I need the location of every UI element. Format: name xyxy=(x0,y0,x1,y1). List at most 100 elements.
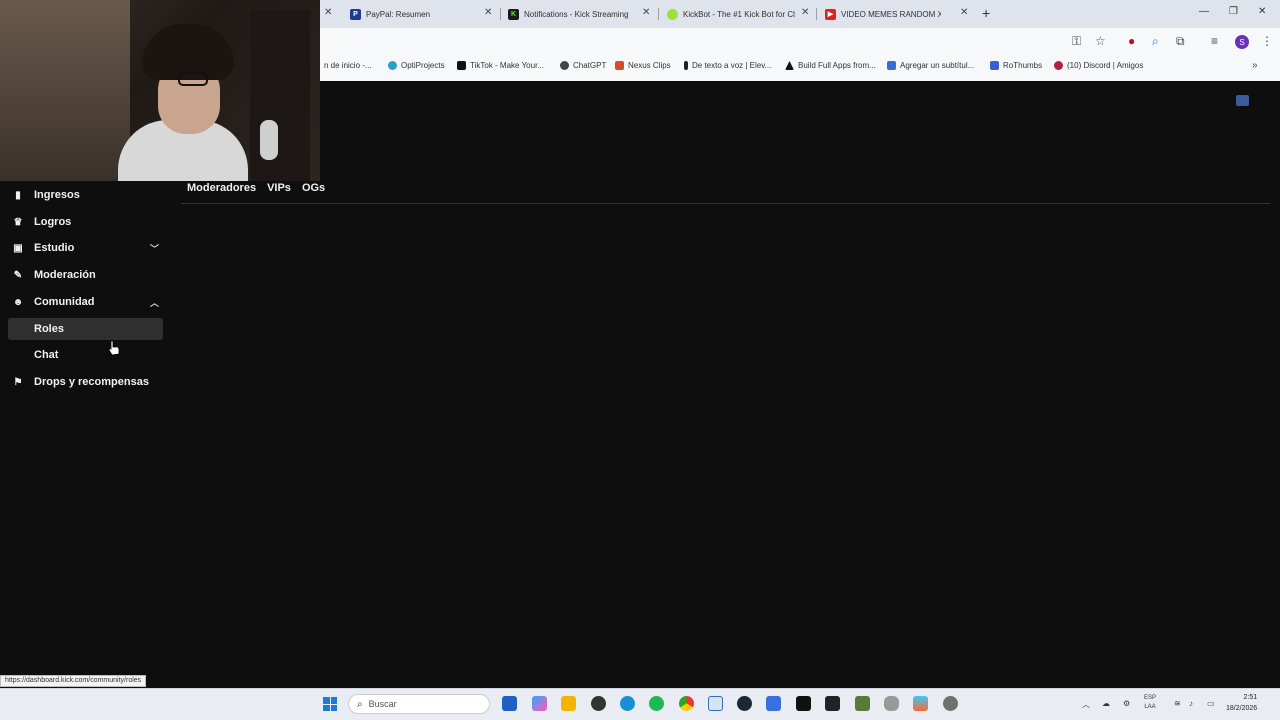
windows-start-icon[interactable] xyxy=(323,697,337,711)
settings-icon[interactable] xyxy=(943,696,958,711)
close-tab-icon[interactable]: ✕ xyxy=(642,7,650,18)
sidebar-item-label: Moderación xyxy=(34,269,96,281)
chevron-down-icon[interactable]: ﹀ xyxy=(150,242,159,255)
clock[interactable]: 2:51 18/2/2026 xyxy=(1226,692,1257,714)
tab-ogs[interactable]: OGs xyxy=(302,182,325,204)
bookmark-label: Build Full Apps from... xyxy=(798,61,876,70)
wifi-icon[interactable]: ≋ xyxy=(1174,699,1181,708)
mouse-icon[interactable] xyxy=(884,696,899,711)
sidebar-subitem-roles[interactable]: Roles xyxy=(8,318,163,340)
bookmark[interactable]: De texto a voz | Elev... xyxy=(684,61,771,70)
bookmark[interactable]: ChatGPT xyxy=(560,61,606,70)
tiktok-icon xyxy=(457,61,466,70)
folder-icon[interactable] xyxy=(561,696,576,711)
date: 18/2/2026 xyxy=(1226,705,1258,712)
microphone xyxy=(260,120,278,160)
sidebar-item-ingresos[interactable]: ▮ Ingresos xyxy=(8,184,163,206)
community-icon: ☻ xyxy=(12,296,24,308)
edge-icon[interactable] xyxy=(620,696,635,711)
window-close-icon[interactable]: ✕ xyxy=(1258,6,1266,17)
app-icon[interactable] xyxy=(766,696,781,711)
sidebar-item-estudio[interactable]: ▣ Estudio ﹀ xyxy=(8,237,163,259)
tab-moderadores[interactable]: Moderadores xyxy=(181,182,256,204)
close-tab-icon[interactable]: ✕ xyxy=(960,7,968,18)
bookmark-label: De texto a voz | Elev... xyxy=(692,61,772,70)
onedrive-icon[interactable]: ☁ xyxy=(1102,699,1110,708)
sidebar-item-logros[interactable]: ♛ Logros xyxy=(8,211,163,233)
profile-avatar[interactable]: S xyxy=(1235,35,1249,49)
tab-separator xyxy=(816,8,817,20)
bookmark[interactable]: OptiProjects xyxy=(388,61,445,70)
bookmark-label: TikTok - Make Your... xyxy=(470,61,544,70)
battery-icon[interactable]: ▭ xyxy=(1207,699,1215,708)
tab-kickbot[interactable]: KickBot - The #1 Kick Bot for Cl xyxy=(667,3,803,25)
close-tab-icon[interactable]: ✕ xyxy=(324,7,332,18)
elevenlabs-icon xyxy=(684,61,688,70)
sidebar-subitem-chat[interactable]: Chat xyxy=(8,344,163,366)
tab-paypal[interactable]: P PayPal: Resumen xyxy=(350,3,486,25)
network-app-icon[interactable]: ⚙ xyxy=(1123,699,1130,708)
bookmark-label: n de inicio -... xyxy=(324,61,372,70)
extension-search-icon[interactable]: ⌕ xyxy=(1152,34,1159,49)
sidebar-item-comunidad[interactable]: ☻ Comunidad ︿ xyxy=(8,291,163,313)
chrome-icon[interactable] xyxy=(679,696,694,711)
app-icon[interactable] xyxy=(591,696,606,711)
bookmark[interactable]: n de inicio -... xyxy=(324,61,372,70)
widget-icon[interactable] xyxy=(1236,95,1249,106)
trophy-icon: ♛ xyxy=(13,216,23,228)
sidebar-item-drops[interactable]: ⚑ Drops y recompensas xyxy=(8,371,163,393)
tab-title: VIDEO MEMES RANDOM X xyxy=(841,9,941,19)
close-tab-icon[interactable]: ✕ xyxy=(801,7,809,18)
bookmarks-overflow-icon[interactable]: » xyxy=(1252,60,1258,71)
discord-icon xyxy=(1054,61,1063,70)
tab-vips[interactable]: VIPs xyxy=(267,182,291,204)
kick-icon: K xyxy=(508,8,519,20)
bookmark[interactable]: (10) Discord | Amigos xyxy=(1054,61,1143,70)
paypal-icon: P xyxy=(350,8,361,20)
tab-youtube[interactable]: ▶ VIDEO MEMES RANDOM X xyxy=(825,3,941,25)
status-url: https://dashboard.kick.com/community/rol… xyxy=(0,675,147,687)
app-icon[interactable] xyxy=(913,696,928,711)
steam-icon[interactable] xyxy=(737,696,752,711)
keyboard-layout: LAA xyxy=(1144,704,1156,710)
store-icon[interactable] xyxy=(502,696,517,711)
media-control-icon[interactable]: ≡ xyxy=(1211,34,1218,48)
bookmark[interactable]: TikTok - Make Your... xyxy=(457,61,544,70)
restore-icon[interactable]: ❐ xyxy=(1229,6,1238,17)
youtube-icon: ▶ xyxy=(825,8,836,20)
gift-icon: ⚑ xyxy=(13,376,23,388)
sidebar-item-moderacion[interactable]: ✎ Moderación xyxy=(8,264,163,286)
bookmark[interactable]: Agregar un subtítul... xyxy=(887,61,974,70)
webcam-background xyxy=(250,10,310,181)
divider xyxy=(181,203,1270,204)
subtitle-icon xyxy=(887,61,896,70)
language-indicator[interactable]: ESP LAA xyxy=(1144,694,1156,712)
close-tab-icon[interactable]: ✕ xyxy=(484,7,492,18)
language-code: ESP xyxy=(1144,695,1157,701)
tab-kick-notifications[interactable]: K Notifications - Kick Streaming xyxy=(508,3,644,25)
minimize-icon[interactable]: — xyxy=(1199,6,1209,17)
record-icon[interactable]: ● xyxy=(1128,34,1135,48)
new-tab-button[interactable]: + xyxy=(982,5,990,21)
copilot-icon[interactable] xyxy=(532,696,547,711)
volume-icon[interactable]: ♪ xyxy=(1189,699,1193,708)
tray-overflow-icon[interactable]: ︿ xyxy=(1082,699,1090,710)
hand-cursor-icon xyxy=(108,340,120,356)
taskbar-search[interactable]: ⌕ Buscar xyxy=(348,694,490,714)
bookmark[interactable]: Nexus Clips xyxy=(615,61,671,70)
app-icon[interactable] xyxy=(796,696,811,711)
window-icon[interactable] xyxy=(708,696,723,711)
bookmark-label: Nexus Clips xyxy=(628,61,671,70)
spotify-icon[interactable] xyxy=(649,696,664,711)
key-icon[interactable]: ⚿ xyxy=(1072,34,1081,49)
sidebar-item-label: Estudio xyxy=(34,242,75,254)
star-icon[interactable]: ☆ xyxy=(1095,34,1106,48)
bookmark[interactable]: Build Full Apps from... xyxy=(785,61,876,70)
tab-separator xyxy=(500,8,501,20)
more-menu-icon[interactable]: ⋮ xyxy=(1261,34,1273,48)
extensions-icon[interactable]: ⧉ xyxy=(1176,34,1185,49)
bookmark[interactable]: RoThumbs xyxy=(990,61,1042,70)
chevron-up-icon[interactable]: ︿ xyxy=(150,296,159,309)
app-icon[interactable] xyxy=(825,696,840,711)
minecraft-icon[interactable] xyxy=(855,696,870,711)
